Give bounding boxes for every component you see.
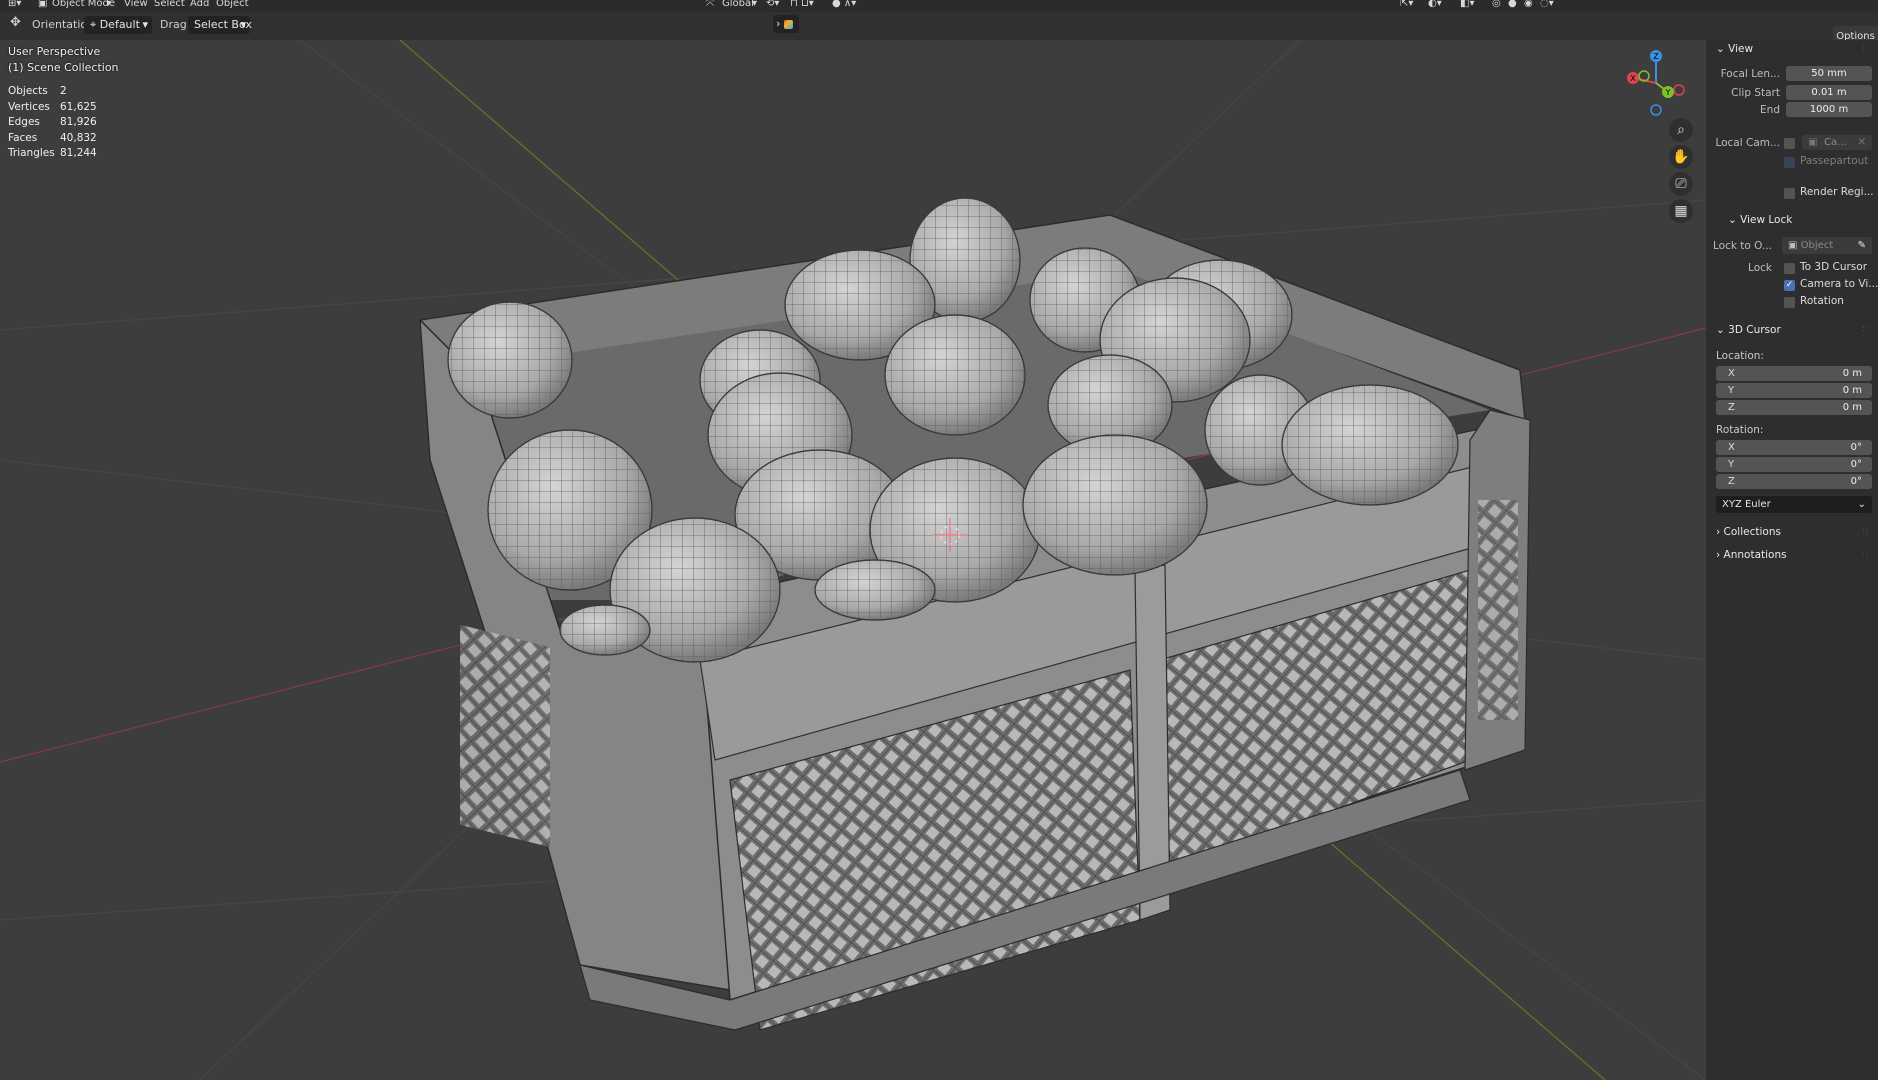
shading-solid-icon[interactable]: ● <box>1508 0 1517 9</box>
xray-icon[interactable]: ◧▾ <box>1460 0 1474 9</box>
chevron-down-icon: ▾ <box>142 18 148 31</box>
render-region-label: Render Regi... <box>1800 186 1874 198</box>
passepartout-label: Passepartout <box>1800 155 1869 167</box>
orientation-dropdown[interactable]: ⌖ Default ▾ <box>84 16 152 34</box>
drag-handle-icon[interactable]: ∷ <box>1862 325 1868 335</box>
lock-rotation-label: Rotation <box>1800 295 1844 307</box>
editor-type-icon[interactable]: ⊞▾ <box>8 0 21 9</box>
x-axis-label: X <box>1630 74 1636 83</box>
cursor-rotation-y[interactable]: Y 0° <box>1716 457 1872 472</box>
clip-start-field[interactable]: 0.01 m <box>1786 85 1872 100</box>
annotations-section-header[interactable]: › Annotations <box>1716 549 1787 561</box>
rotation-mode-dropdown[interactable]: XYZ Euler ⌄ <box>1716 496 1872 513</box>
move-tool-icon: ✥ <box>10 15 21 30</box>
menu-object[interactable]: Object <box>216 0 249 9</box>
snap-icon[interactable]: ⊓ ⊔▾ <box>790 0 814 9</box>
viewport-scene <box>0 40 1706 1080</box>
object-icon: ▣ <box>1788 240 1801 251</box>
chevron-down-icon: ▾ <box>106 0 112 9</box>
focal-length-label: Focal Len... <box>1720 68 1780 80</box>
properties-sidebar: ⌄ View ∷ Focal Len... 50 mm Clip Start 0… <box>1706 40 1878 1080</box>
pivot-icon[interactable]: ⟲▾ <box>766 0 779 9</box>
menu-select[interactable]: Select <box>154 0 185 9</box>
view-name: User Perspective <box>8 45 101 58</box>
transform-orientation-icon: ⤧ <box>706 0 714 9</box>
passepartout-checkbox[interactable] <box>1784 157 1795 168</box>
chevron-down-icon: ⌄ <box>1728 214 1741 226</box>
3d-viewport[interactable]: User Perspective (1) Scene Collection Ob… <box>0 40 1706 1080</box>
cursor-location-y[interactable]: Y0 m <box>1716 383 1872 398</box>
rotation-label: Rotation: <box>1716 424 1764 436</box>
zoom-icon[interactable]: ⌕ <box>1669 118 1693 142</box>
chevron-right-icon: › <box>776 17 781 30</box>
collections-section-header[interactable]: › Collections <box>1716 526 1781 538</box>
clip-start-label: Clip Start <box>1731 87 1780 99</box>
drag-handle-icon[interactable]: ∷ <box>1862 44 1868 54</box>
shading-material-icon[interactable]: ◉ <box>1524 0 1533 9</box>
pan-hand-icon[interactable]: ✋ <box>1669 145 1693 169</box>
local-camera-label: Local Cam... <box>1715 137 1780 149</box>
lock-object-field[interactable]: ▣ Object ✎ <box>1782 237 1872 254</box>
collapse-toggle[interactable]: › <box>773 15 799 33</box>
collection-name: (1) Scene Collection <box>8 61 119 74</box>
tool-settings-bar: ✥ Orientation: ⌖ Default ▾ Drag: Select B… <box>0 12 1878 48</box>
lock-to-cursor-checkbox[interactable] <box>1784 263 1795 274</box>
menu-add[interactable]: Add <box>190 0 209 9</box>
view-section-header[interactable]: ⌄ View <box>1716 43 1753 55</box>
eyedropper-icon[interactable]: ✎ <box>1858 237 1866 254</box>
clip-end-field[interactable]: 1000 m <box>1786 102 1872 117</box>
camera-view-icon[interactable]: ⎚ <box>1669 172 1693 196</box>
overlay-toggle-icon[interactable]: ◐▾ <box>1428 0 1442 9</box>
neg-z-handle[interactable] <box>1650 104 1662 116</box>
focal-length-field[interactable]: 50 mm <box>1786 66 1872 81</box>
clip-end-label: End <box>1760 104 1780 116</box>
y-axis-label: Y <box>1665 88 1671 97</box>
cursor-location-x[interactable]: X0 m <box>1716 366 1872 381</box>
chevron-down-icon: ⌄ <box>1857 499 1866 510</box>
orientation-icon: ⌖ <box>90 18 100 31</box>
drag-label: Drag: <box>160 18 191 31</box>
proportional-edit-icon[interactable]: ● ∧▾ <box>832 0 856 9</box>
chevron-right-icon: › <box>1716 526 1724 538</box>
shading-rendered-icon[interactable]: ◌▾ <box>1540 0 1554 9</box>
gizmo-toggle-icon[interactable]: ⇱▾ <box>1400 0 1413 9</box>
cursor-rotation-z[interactable]: Z 0° <box>1716 474 1872 489</box>
grid-view-icon[interactable]: ▦ <box>1669 199 1693 223</box>
camera-to-view-checkbox[interactable]: ✓ <box>1784 280 1795 291</box>
chevron-right-icon: › <box>1716 549 1724 561</box>
location-label: Location: <box>1716 350 1764 362</box>
shading-wireframe-icon[interactable]: ◎ <box>1492 0 1501 9</box>
drag-handle-icon[interactable]: ∷ <box>1862 527 1868 537</box>
chevron-down-icon: ⌄ <box>1716 324 1729 336</box>
view-lock-section-header[interactable]: ⌄ View Lock <box>1728 214 1792 226</box>
lock-label: Lock <box>1748 262 1772 274</box>
neg-x-handle[interactable] <box>1673 84 1685 96</box>
local-camera-field[interactable]: ▣ Ca... ✕ <box>1802 135 1872 150</box>
render-region-checkbox[interactable] <box>1784 188 1795 199</box>
cursor-rotation-x[interactable]: X 0° <box>1716 440 1872 455</box>
3d-cursor-section-header[interactable]: ⌄ 3D Cursor <box>1716 324 1781 336</box>
local-camera-checkbox[interactable] <box>1784 138 1795 149</box>
camera-to-view-label: Camera to Vi... <box>1800 278 1878 290</box>
z-axis-label: Z <box>1653 52 1659 61</box>
cursor-location-z[interactable]: Z0 m <box>1716 400 1872 415</box>
drag-handle-icon[interactable]: ∷ <box>1862 550 1868 560</box>
drag-dropdown[interactable]: Select Box ▾ <box>188 16 252 34</box>
chevron-down-icon: ▾ <box>752 0 758 9</box>
navigation-gizmo[interactable]: Z X Y <box>1621 48 1691 118</box>
lock-to-cursor-label: To 3D Cursor <box>1800 261 1868 273</box>
close-icon[interactable]: ✕ <box>1858 135 1866 150</box>
menu-view[interactable]: View <box>124 0 148 9</box>
header-menu-bar: ⊞▾ ▣ Object Mode ▾ View Select Add Objec… <box>0 0 1878 12</box>
mode-icon: ▣ <box>38 0 48 9</box>
camera-icon: ▣ <box>1808 137 1818 148</box>
transform-orientation-dropdown[interactable]: Global <box>722 0 754 9</box>
lock-object-label: Lock to O... <box>1712 240 1772 252</box>
addon-icon <box>783 19 793 29</box>
lock-rotation-checkbox[interactable] <box>1784 297 1795 308</box>
chevron-down-icon: ▾ <box>240 18 246 31</box>
chevron-down-icon: ⌄ <box>1716 43 1729 55</box>
